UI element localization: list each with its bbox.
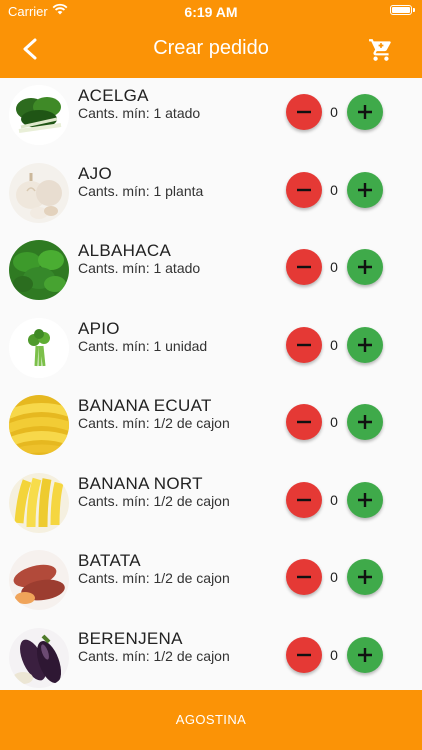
decrease-button[interactable]	[286, 636, 322, 673]
product-image-eggplant	[9, 627, 69, 688]
decrease-button[interactable]	[286, 94, 322, 130]
product-min-quantity: Cants. mín: 1/2 de cajon	[78, 415, 230, 431]
product-min-quantity: Cants. mín: 1/2 de cajon	[78, 492, 230, 509]
product-image-banana-norte	[9, 472, 69, 533]
quantity-value: 0	[330, 414, 338, 430]
list-item: BANANA NORT Cants. mín: 1/2 de cajon 0	[0, 466, 422, 544]
page-title: Crear pedido	[153, 37, 269, 59]
list-item: ALBAHACA Cants. mín: 1 atado 0	[0, 233, 422, 311]
status-bar: Carrier 6:19 AM	[0, 0, 422, 22]
product-name: AJO	[78, 163, 112, 183]
product-image-basil	[9, 240, 69, 300]
product-name: ACELGA	[78, 86, 149, 105]
list-item: ACELGA Cants. mín: 1 atado 0	[0, 78, 422, 156]
product-image-sweet-potato	[9, 550, 69, 610]
quantity-value: 0	[330, 491, 338, 508]
decrease-button[interactable]	[286, 171, 322, 208]
decrease-button[interactable]	[286, 559, 322, 595]
increase-button[interactable]	[347, 559, 383, 595]
decrease-button[interactable]	[286, 326, 322, 363]
product-min-quantity: Cants. mín: 1/2 de cajon	[78, 570, 230, 586]
product-min-quantity: Cants. mín: 1/2 de cajon	[78, 647, 230, 664]
product-min-quantity: Cants. mín: 1 atado	[78, 260, 201, 276]
product-image-chard	[9, 85, 69, 145]
product-min-quantity: Cants. mín: 1 unidad	[78, 337, 208, 354]
product-name: BANANA ECUAT	[78, 396, 212, 415]
decrease-button[interactable]	[286, 481, 322, 518]
increase-button[interactable]	[347, 636, 383, 673]
product-image-banana-ecuador	[9, 395, 69, 455]
quantity-value: 0	[330, 569, 338, 585]
increase-button[interactable]	[347, 404, 383, 440]
product-name: BATATA	[78, 551, 141, 570]
list-item: BATATA Cants. mín: 1/2 de cajon 0	[0, 543, 422, 621]
increase-button[interactable]	[347, 171, 383, 208]
quantity-value: 0	[330, 336, 338, 353]
increase-button[interactable]	[347, 249, 383, 285]
increase-button[interactable]	[347, 94, 383, 130]
list-item: BANANA ECUAT Cants. mín: 1/2 de cajon 0	[0, 388, 422, 466]
quantity-value: 0	[330, 181, 338, 198]
list-item: BERENJENA Cants. mín: 1/2 de cajon 0	[0, 621, 422, 691]
footer-button[interactable]: AGOSTINA	[0, 690, 422, 750]
product-name: ALBAHACA	[78, 241, 172, 260]
product-name: APIO	[78, 318, 120, 338]
product-name: BERENJENA	[78, 628, 183, 648]
decrease-button[interactable]	[286, 404, 322, 440]
increase-button[interactable]	[347, 326, 383, 363]
product-image-garlic	[9, 162, 69, 223]
cart-icon[interactable]	[368, 37, 394, 63]
quantity-value: 0	[330, 104, 338, 120]
increase-button[interactable]	[347, 481, 383, 518]
product-list: ACELGA Cants. mín: 1 atado 0 AJO Cants. …	[0, 78, 422, 690]
decrease-button[interactable]	[286, 249, 322, 285]
battery-icon	[390, 5, 415, 15]
list-item: AJO Cants. mín: 1 planta 0	[0, 156, 422, 234]
app-bar: Carrier 6:19 AM Crear pedido	[0, 0, 422, 78]
product-image-celery	[9, 317, 69, 378]
list-item: APIO Cants. mín: 1 unidad 0	[0, 311, 422, 389]
product-min-quantity: Cants. mín: 1 atado	[78, 105, 201, 121]
quantity-value: 0	[330, 646, 338, 663]
product-min-quantity: Cants. mín: 1 planta	[78, 182, 204, 199]
status-time: 6:19 AM	[184, 4, 238, 20]
quantity-value: 0	[330, 259, 338, 275]
product-name: BANANA NORT	[78, 473, 203, 493]
